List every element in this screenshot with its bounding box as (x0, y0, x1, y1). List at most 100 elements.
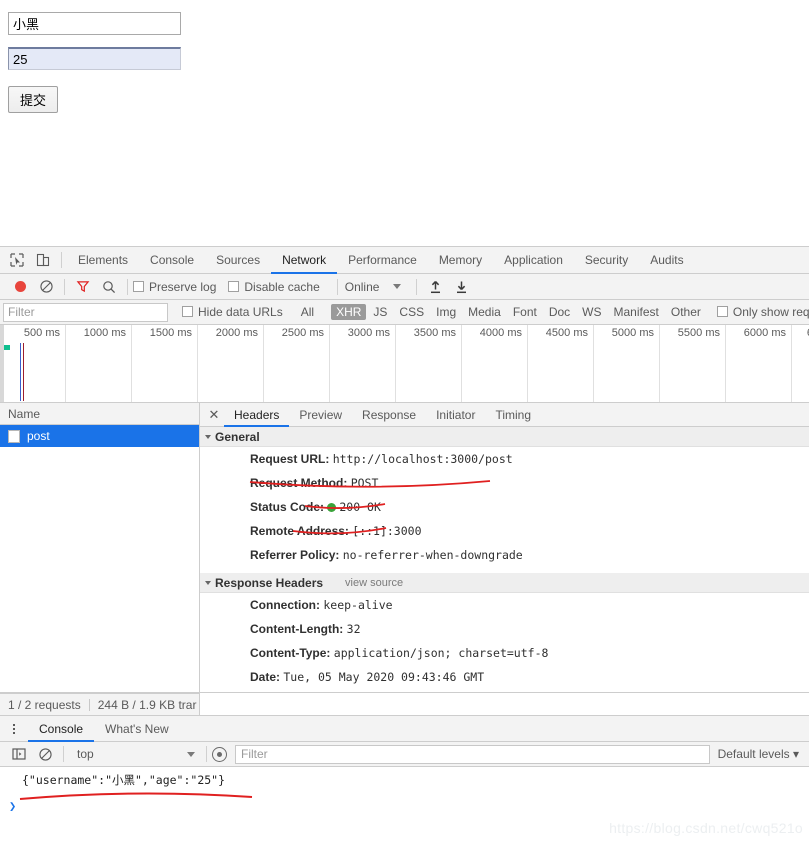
timeline-request-bar (4, 345, 10, 350)
transferred-size-label: 244 B / 1.9 KB trar (97, 697, 197, 712)
disable-cache-label: Disable cache (244, 279, 320, 294)
console-drawer: Console What's New top Filter Default le… (0, 715, 809, 840)
detail-tabstrip: ✕ Headers Preview Response Initiator Tim… (200, 403, 809, 427)
response-headers-section-title: Response Headers (215, 575, 324, 590)
tab-security[interactable]: Security (574, 247, 639, 274)
tab-network[interactable]: Network (271, 247, 337, 274)
filter-type-xhr[interactable]: XHR (331, 304, 367, 320)
age-input[interactable] (8, 47, 181, 70)
filter-type-media[interactable]: Media (463, 304, 506, 320)
timeline-tick-label: 5000 ms (611, 327, 654, 339)
header-value: 32 (346, 622, 361, 636)
timeline-tick: 4500 ms (528, 325, 594, 402)
timeline-tick-label: 2500 ms (281, 327, 324, 339)
console-context-select[interactable]: top (77, 747, 187, 761)
detail-tab-response[interactable]: Response (352, 403, 426, 427)
timeline-tick-label: 3000 ms (347, 327, 390, 339)
toolbar-divider (64, 278, 65, 295)
drawer-tabstrip: Console What's New (0, 716, 809, 742)
filter-type-all[interactable]: All (296, 304, 319, 320)
filter-type-css[interactable]: CSS (394, 304, 429, 320)
timeline-tick-label: 4000 ms (479, 327, 522, 339)
header-row-request-method: Request Method: POST (200, 471, 809, 495)
watermark: https://blog.csdn.net/cwq521o (609, 820, 803, 836)
drawer-tab-console[interactable]: Console (28, 716, 94, 742)
network-filter-bar: Hide data URLs All XHR JS CSS Img Media … (0, 300, 809, 325)
request-list-column-name[interactable]: Name (0, 403, 199, 425)
search-button[interactable] (96, 275, 122, 299)
header-value: application/json; charset=utf-8 (333, 646, 549, 660)
submit-button[interactable]: 提交 (8, 86, 59, 113)
tab-audits[interactable]: Audits (639, 247, 694, 274)
load-event-marker (23, 343, 24, 401)
import-har-button[interactable] (422, 275, 448, 299)
disable-cache-checkbox[interactable]: Disable cache (228, 279, 320, 294)
tab-sources[interactable]: Sources (205, 247, 271, 274)
clear-button[interactable] (33, 275, 59, 299)
console-filter-input[interactable] (235, 744, 710, 764)
timeline-tick-label: 1500 ms (149, 327, 192, 339)
hide-data-urls-checkbox[interactable]: Hide data URLs (182, 305, 283, 319)
header-row-status-code: Status Code: 200 OK (200, 495, 809, 519)
chevron-down-icon[interactable] (187, 751, 195, 757)
document-icon (8, 429, 20, 443)
preserve-log-label: Preserve log (149, 279, 217, 294)
filter-type-manifest[interactable]: Manifest (609, 304, 664, 320)
chevron-down-icon (205, 580, 211, 585)
device-toolbar-icon[interactable] (30, 248, 56, 272)
console-sidebar-toggle-button[interactable] (6, 742, 32, 766)
response-headers-body: Connection: keep-alive Content-Length: 3… (200, 593, 809, 692)
header-value: http://localhost:3000/post (332, 452, 513, 466)
general-section-header[interactable]: General (200, 427, 809, 447)
only-blocked-checkbox[interactable]: Only show requests wit (716, 305, 809, 319)
filter-type-font[interactable]: Font (508, 304, 542, 320)
toolbar-divider (63, 746, 64, 762)
console-levels-select[interactable]: Default levels ▾ (718, 747, 799, 761)
sidebar-panel-icon (12, 748, 26, 760)
close-icon[interactable]: ✕ (204, 405, 224, 425)
filter-type-ws[interactable]: WS (577, 304, 606, 320)
header-value: keep-alive (323, 598, 393, 612)
export-har-button[interactable] (448, 275, 474, 299)
console-output: {"username":"小黑","age":"25"} ❯ https://b… (0, 767, 809, 840)
console-prompt-icon[interactable]: ❯ (9, 799, 16, 813)
throttling-select[interactable]: Online (345, 280, 380, 294)
network-overview-timeline[interactable]: 500 ms 1000 ms 1500 ms 2000 ms 2500 ms 3… (0, 325, 809, 403)
detail-tab-preview[interactable]: Preview (289, 403, 352, 427)
checkbox-box (228, 280, 240, 292)
response-headers-section-header[interactable]: Response Headers view source (200, 573, 809, 593)
detail-tab-timing[interactable]: Timing (485, 403, 541, 427)
network-filter-input[interactable] (3, 302, 168, 322)
tab-memory[interactable]: Memory (428, 247, 493, 274)
live-expression-icon[interactable] (212, 746, 227, 762)
hide-data-urls-label: Hide data URLs (198, 305, 283, 319)
request-row-post[interactable]: post (0, 425, 199, 447)
drawer-tab-whats-new[interactable]: What's New (94, 716, 180, 742)
tab-elements[interactable]: Elements (67, 247, 139, 274)
inspect-element-icon[interactable] (4, 248, 30, 272)
header-name: Content-Length: (250, 622, 344, 636)
header-row-remote-address: Remote Address: [::1]:3000 (200, 519, 809, 543)
filter-type-other[interactable]: Other (666, 304, 706, 320)
username-input[interactable] (8, 12, 181, 35)
filter-type-doc[interactable]: Doc (544, 304, 575, 320)
timeline-tick: 6000 ms (726, 325, 792, 402)
record-button[interactable] (7, 275, 33, 299)
console-clear-button[interactable] (32, 742, 58, 766)
console-toolbar: top Default levels ▾ (0, 742, 809, 767)
tab-performance[interactable]: Performance (337, 247, 428, 274)
preserve-log-checkbox[interactable]: Preserve log (133, 280, 216, 294)
tab-application[interactable]: Application (493, 247, 574, 274)
detail-tab-headers[interactable]: Headers (224, 403, 289, 427)
detail-tab-initiator[interactable]: Initiator (426, 403, 485, 427)
tab-console[interactable]: Console (139, 247, 205, 274)
header-value: 200 OK (339, 500, 381, 514)
filter-toggle-button[interactable] (70, 275, 96, 299)
dom-content-loaded-marker (20, 343, 21, 401)
timeline-tick-label: 5500 ms (677, 327, 720, 339)
filter-type-js[interactable]: JS (368, 304, 392, 320)
filter-type-img[interactable]: Img (431, 304, 461, 320)
view-source-link[interactable]: view source (345, 573, 403, 593)
more-options-icon[interactable] (6, 723, 22, 734)
chevron-down-icon[interactable] (393, 284, 402, 289)
